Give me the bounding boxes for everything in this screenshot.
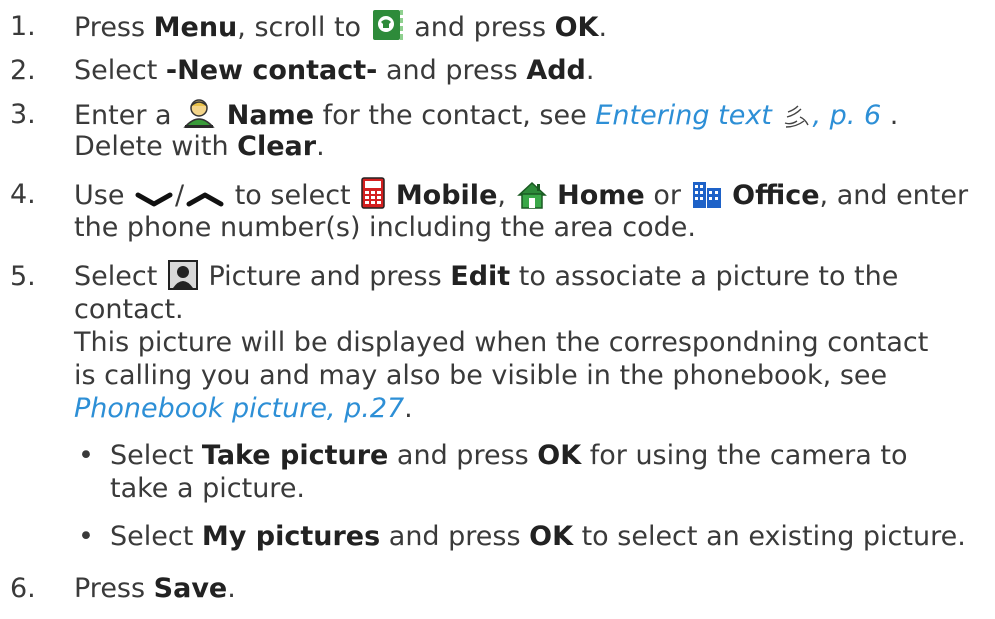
step-text: Picture and press — [199, 261, 451, 292]
step-text: This picture will be displayed when the … — [74, 327, 929, 358]
office-label: Office — [732, 180, 820, 211]
punct: . — [227, 573, 236, 604]
new-contact-label: -New contact- — [165, 55, 378, 86]
step-text: Use — [74, 180, 134, 211]
link-text[interactable]: Entering text — [595, 100, 772, 131]
step-text: , scroll to — [237, 12, 370, 43]
my-pictures-label: My pictures — [201, 521, 381, 552]
step-text: for using the camera to — [581, 440, 908, 471]
bullet-symbol: • — [78, 440, 94, 471]
take-picture-label: Take picture — [201, 440, 389, 471]
step-text: Select — [110, 521, 202, 552]
step-text: and press — [405, 12, 555, 43]
separator: / — [175, 180, 185, 211]
bullet-symbol: • — [78, 521, 94, 552]
step-number: 5. — [10, 261, 36, 292]
step-text: and press — [380, 521, 530, 552]
save-key-label: Save — [153, 573, 228, 604]
step-number: 6. — [10, 573, 36, 604]
step-text: Select — [110, 440, 202, 471]
step-text: Select — [74, 261, 166, 292]
step-text: Press — [74, 573, 154, 604]
step-text: and press — [388, 440, 538, 471]
step-text: is calling you and may also be visible i… — [74, 360, 888, 391]
link-page[interactable]: , p. 6 — [812, 100, 881, 131]
punct: . — [881, 100, 899, 131]
step-text: or — [644, 180, 690, 211]
step-text: and press — [377, 55, 527, 86]
step-text: for the contact, see — [314, 100, 596, 131]
add-key-label: Add — [526, 55, 586, 86]
menu-key-label: Menu — [153, 12, 238, 43]
punct: . — [316, 131, 325, 162]
step-text: , and enter — [819, 180, 969, 211]
punct: , — [497, 180, 515, 211]
step-text: take a picture. — [110, 473, 306, 504]
step-number: 4. — [10, 179, 36, 210]
home-label: Home — [557, 180, 645, 211]
punct: . — [404, 393, 413, 424]
step-number: 2. — [10, 55, 36, 86]
entering-text-link[interactable]: Entering text , p. 6 — [595, 100, 881, 131]
hand-icon — [782, 103, 810, 139]
office-icon — [692, 179, 722, 219]
punct: . — [585, 55, 595, 86]
ok-key-label: OK — [529, 521, 573, 552]
step-text: to select an existing picture. — [573, 521, 966, 552]
name-field-label: Name — [226, 100, 315, 131]
mobile-label: Mobile — [395, 180, 498, 211]
phonebook-icon — [372, 9, 404, 51]
step-text: Select — [74, 55, 166, 86]
step-number: 3. — [10, 99, 36, 130]
clear-key-label: Clear — [237, 131, 317, 162]
step-text: contact. — [74, 294, 184, 325]
edit-key-label: Edit — [450, 261, 511, 292]
step-text: the phone number(s) including the area c… — [74, 212, 696, 243]
punct: . — [598, 12, 608, 43]
step-number: 1. — [10, 11, 36, 42]
ok-key-label: OK — [554, 12, 599, 43]
phonebook-picture-link[interactable]: Phonebook picture, p.27 — [74, 393, 404, 424]
step-text: Enter a — [74, 100, 181, 131]
step-text: to select — [226, 180, 360, 211]
ok-key-label: OK — [537, 440, 582, 471]
step-text: Delete with — [74, 131, 238, 162]
step-text: Press — [74, 12, 154, 43]
step-text: to associate a picture to the — [510, 261, 899, 292]
